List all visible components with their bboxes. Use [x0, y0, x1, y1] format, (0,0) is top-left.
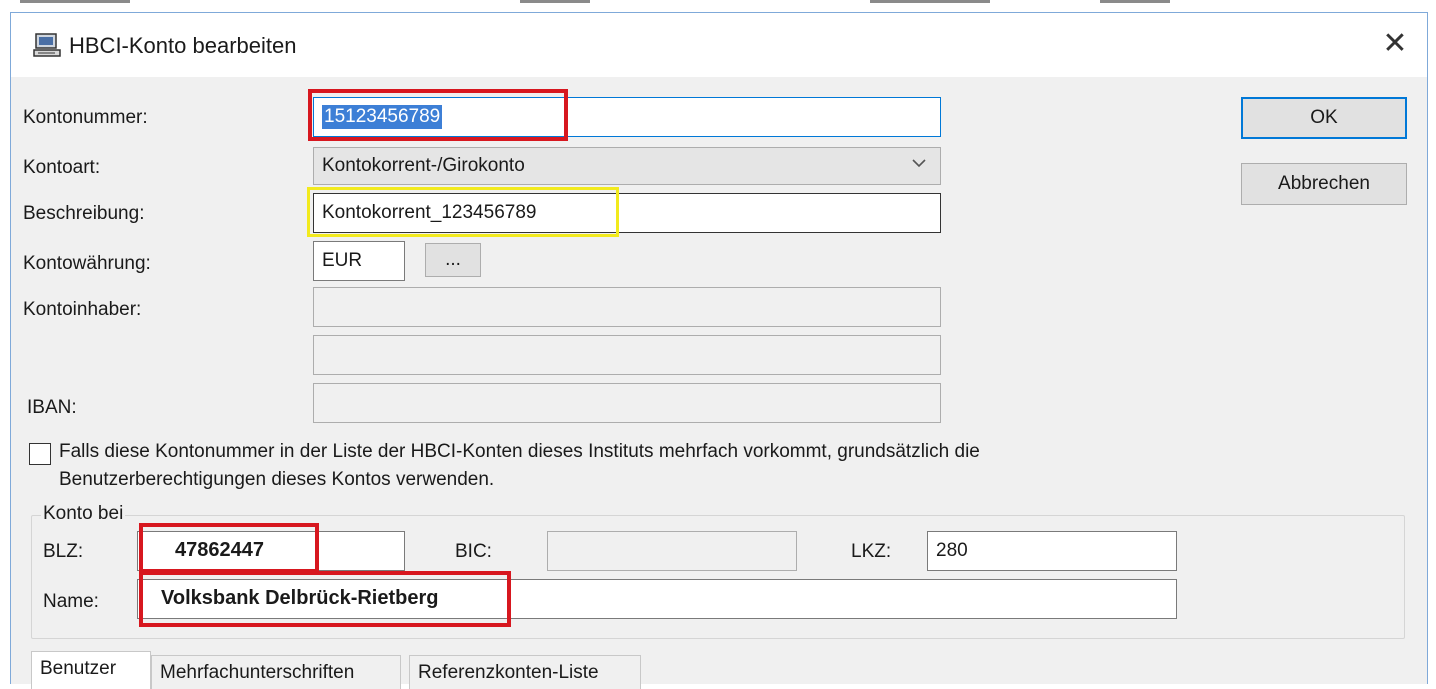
lkz-value: 280 — [936, 540, 968, 561]
beschreibung-value: Kontokorrent_123456789 — [322, 202, 537, 223]
kontonummer-input[interactable]: 15123456789 — [313, 97, 941, 137]
lkz-label: LKZ: — [851, 541, 892, 562]
iban-label: IBAN: — [27, 397, 77, 418]
chevron-down-icon — [910, 154, 928, 172]
kontoart-value: Kontokorrent-/Girokonto — [322, 155, 525, 176]
currency-value: EUR — [322, 250, 363, 271]
iban-input[interactable] — [313, 383, 941, 423]
blz-value: 47862447 — [147, 535, 272, 565]
bic-input[interactable] — [547, 531, 797, 571]
ok-label: OK — [1310, 107, 1338, 128]
cancel-label: Abbrechen — [1278, 173, 1370, 194]
tab-benutzer[interactable]: Benutzer — [31, 651, 151, 689]
currency-input[interactable]: EUR — [313, 241, 405, 281]
kontonummer-label: Kontonummer: — [23, 107, 148, 128]
beschreibung-label: Beschreibung: — [23, 203, 145, 224]
checkbox-text-line1: Falls diese Kontonummer in der Liste der… — [59, 441, 980, 462]
hbci-account-dialog: HBCI-Konto bearbeiten ✕ Kontonummer: 151… — [10, 12, 1428, 689]
ok-button[interactable]: OK — [1241, 97, 1407, 139]
close-button[interactable]: ✕ — [1375, 27, 1415, 63]
kontoart-select[interactable]: Kontokorrent-/Girokonto — [313, 147, 941, 185]
name-label: Name: — [43, 591, 99, 612]
kontoinhaber2-input[interactable] — [313, 335, 941, 375]
blz-label: BLZ: — [43, 541, 84, 562]
tab-mehrfachunterschriften-label: Mehrfachunterschriften — [160, 662, 355, 683]
close-icon: ✕ — [1382, 27, 1408, 60]
cancel-button[interactable]: Abbrechen — [1241, 163, 1407, 205]
kontoinhaber-label: Kontoinhaber: — [23, 299, 142, 320]
lkz-input[interactable]: 280 — [927, 531, 1177, 571]
ellipsis-label: ... — [445, 249, 461, 270]
multiple-account-checkbox[interactable] — [29, 443, 51, 465]
currency-picker-button[interactable]: ... — [425, 243, 481, 277]
kontowaehrung-label: Kontowährung: — [23, 253, 151, 274]
kontoart-label: Kontoart: — [23, 157, 101, 178]
title-bar: HBCI-Konto bearbeiten ✕ — [11, 13, 1427, 77]
kontoinhaber-input[interactable] — [313, 287, 941, 327]
tab-benutzer-label: Benutzer — [40, 658, 117, 679]
bic-label: BIC: — [455, 541, 492, 562]
tab-referenzkonten-liste-label: Referenzkonten-Liste — [418, 662, 599, 683]
beschreibung-input[interactable]: Kontokorrent_123456789 — [313, 193, 941, 233]
window-title: HBCI-Konto bearbeiten — [69, 33, 297, 58]
bank-name-value: Volksbank Delbrück-Rietberg — [147, 583, 445, 613]
checkbox-text-line2: Benutzerberechtigungen dieses Kontos ver… — [59, 469, 495, 490]
computer-icon — [33, 33, 61, 59]
konto-bei-title: Konto bei — [41, 503, 126, 525]
kontonummer-value: 15123456789 — [322, 105, 443, 129]
